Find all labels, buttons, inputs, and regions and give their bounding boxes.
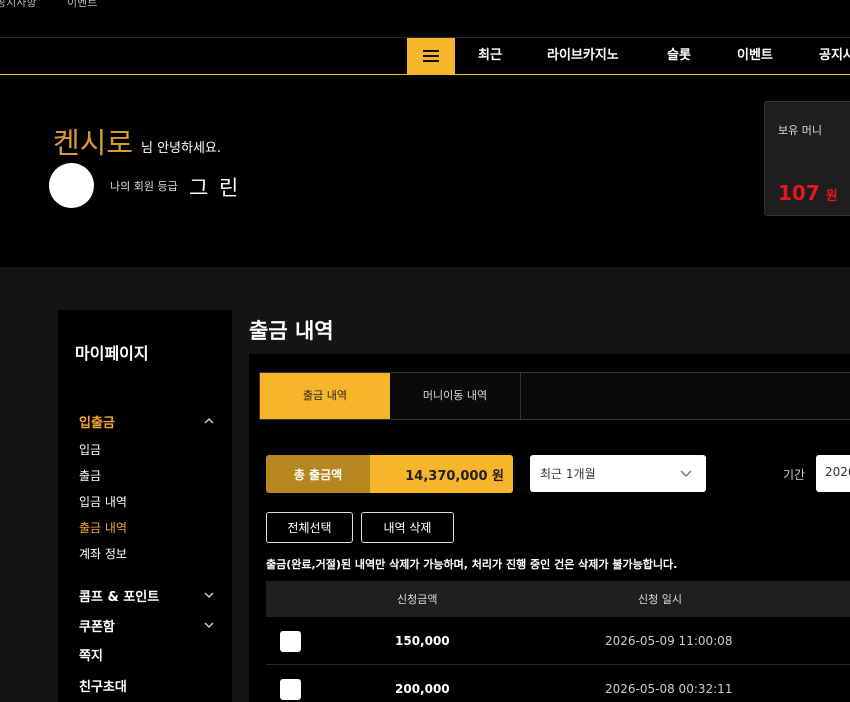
money-card: 보유 머니 107 원: [764, 101, 850, 216]
chevron-down-icon: [680, 468, 692, 478]
table-header: 신청금액 신청 일시: [266, 581, 850, 617]
header-amount: 신청금액: [397, 593, 438, 606]
select-all-button[interactable]: 전체선택: [266, 512, 353, 543]
user-nickname: 켄시로: [53, 126, 134, 160]
period-select-value: 최근 1개월: [540, 467, 596, 481]
sidebar: 마이페이지 입출금 입금 출금 입금 내역 출금 내역 계좌 정보 콤프 & 포…: [58, 310, 232, 702]
sidebar-title: 마이페이지: [75, 344, 149, 363]
delete-history-button[interactable]: 내역 삭제: [361, 512, 454, 543]
greeting-text: 님 안녕하세요.: [141, 141, 222, 156]
date-input-value: 2026: [825, 465, 850, 479]
menu-button[interactable]: [407, 38, 455, 74]
row-amount: 200,000: [395, 682, 450, 696]
money-amount: 107: [778, 181, 820, 205]
sidebar-section-comp-point[interactable]: 콤프 & 포인트: [79, 586, 159, 605]
row-amount: 150,000: [395, 634, 450, 648]
page-title: 출금 내역: [249, 319, 334, 343]
notice-link[interactable]: 공지사항: [0, 0, 36, 10]
sidebar-section-coupon[interactable]: 쿠폰함: [79, 616, 115, 635]
sidebar-section-deposit-withdraw[interactable]: 입출금: [79, 412, 115, 431]
tab-money-transfer-history[interactable]: 머니이동 내역: [390, 373, 521, 419]
grade-value: 그 린: [189, 176, 241, 200]
nav-item-notice[interactable]: 공지사: [819, 38, 850, 74]
total-label: 총 출금액: [266, 455, 370, 493]
main-nav: 최근 라이브카지노 슬롯 이벤트 공지사: [0, 38, 850, 75]
total-withdraw-box: 총 출금액 14,370,000 원: [266, 455, 513, 493]
main-panel: 출금 내역 머니이동 내역 총 출금액 14,370,000 원 최근 1개월 …: [249, 354, 850, 702]
tab-withdraw-history[interactable]: 출금 내역: [260, 373, 390, 419]
chevron-down-icon[interactable]: [204, 620, 214, 630]
money-label: 보유 머니: [778, 124, 822, 137]
header-date: 신청 일시: [638, 593, 682, 606]
event-link[interactable]: 이벤트: [67, 0, 97, 10]
money-value: 107 원: [778, 181, 838, 205]
nav-item-event[interactable]: 이벤트: [737, 38, 773, 74]
row-checkbox[interactable]: [280, 631, 301, 652]
row-checkbox[interactable]: [280, 679, 301, 700]
hamburger-icon: [423, 50, 439, 62]
table-row: 150,000 2026-05-09 11:00:08: [266, 617, 850, 665]
sidebar-item-withdraw[interactable]: 출금: [79, 467, 101, 484]
grade-label: 나의 회원 등급: [110, 180, 178, 193]
period-select[interactable]: 최근 1개월: [530, 455, 706, 492]
avatar: [49, 163, 94, 208]
tab-bar: 출금 내역 머니이동 내역: [259, 372, 850, 420]
chevron-up-icon[interactable]: [204, 416, 214, 426]
content-area: 마이페이지 입출금 입금 출금 입금 내역 출금 내역 계좌 정보 콤프 & 포…: [0, 267, 850, 702]
nav-item-live-casino[interactable]: 라이브카지노: [547, 38, 619, 74]
row-date: 2026-05-08 00:32:11: [605, 682, 733, 696]
chevron-down-icon[interactable]: [204, 590, 214, 600]
sidebar-item-deposit-history[interactable]: 입금 내역: [79, 493, 127, 510]
sidebar-item-deposit[interactable]: 입금: [79, 441, 101, 458]
utility-bar: 공지사항 이벤트: [0, 0, 850, 38]
table-row: 200,000 2026-05-08 00:32:11: [266, 665, 850, 702]
delete-notice: 출금(완료,거절)된 내역만 삭제가 가능하며, 처리가 진행 중인 건은 삭제…: [266, 558, 678, 571]
sidebar-section-invite[interactable]: 친구초대: [79, 676, 127, 695]
total-value: 14,370,000 원: [370, 455, 513, 493]
period-label: 기간: [783, 468, 806, 482]
nav-item-slot[interactable]: 슬롯: [667, 38, 691, 74]
row-date: 2026-05-09 11:00:08: [605, 634, 733, 648]
nav-item-recent[interactable]: 최근: [478, 38, 502, 74]
sidebar-item-withdraw-history[interactable]: 출금 내역: [79, 519, 127, 536]
profile-hero: 켄시로 님 안녕하세요. 나의 회원 등급 그 린 보유 머니 107 원: [0, 75, 850, 267]
money-unit: 원: [825, 189, 838, 204]
date-input[interactable]: 2026: [816, 455, 850, 492]
sidebar-item-account-info[interactable]: 계좌 정보: [79, 545, 127, 562]
sidebar-section-message[interactable]: 쪽지: [79, 645, 103, 664]
